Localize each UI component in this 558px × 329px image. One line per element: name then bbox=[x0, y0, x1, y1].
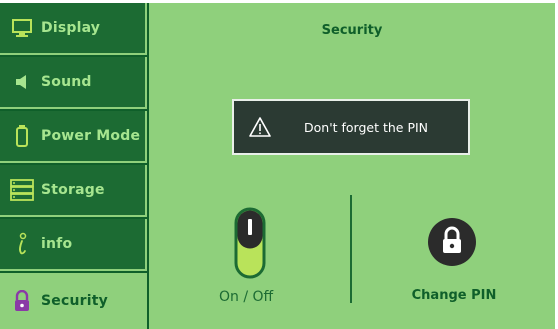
sidebar-item-label: Power Mode bbox=[41, 128, 141, 144]
warning-toast: Don't forget the PIN bbox=[232, 99, 470, 155]
change-pin-button[interactable] bbox=[428, 218, 476, 266]
sidebar-item-storage[interactable]: Storage bbox=[0, 165, 147, 217]
storage-icon bbox=[9, 177, 35, 203]
sidebar-item-label: Sound bbox=[41, 74, 92, 90]
sidebar-item-info[interactable]: info bbox=[0, 219, 147, 271]
sidebar-item-sound[interactable]: Sound bbox=[0, 57, 147, 109]
lock-icon bbox=[9, 288, 35, 314]
change-pin-label[interactable]: Change PIN bbox=[404, 288, 504, 303]
sidebar: Display Sound Power Mode Storage info Se… bbox=[0, 3, 149, 329]
warning-icon bbox=[248, 115, 272, 139]
toggle-label: On / Off bbox=[219, 289, 274, 305]
sidebar-item-label: Security bbox=[41, 293, 108, 309]
lock-icon bbox=[440, 226, 464, 258]
sidebar-item-display[interactable]: Display bbox=[0, 3, 147, 55]
speaker-icon bbox=[9, 69, 35, 95]
info-icon bbox=[9, 231, 35, 257]
sidebar-item-power-mode[interactable]: Power Mode bbox=[0, 111, 147, 163]
monitor-icon bbox=[9, 15, 35, 41]
on-off-toggle[interactable] bbox=[234, 207, 266, 279]
sidebar-item-label: Storage bbox=[41, 182, 105, 198]
sidebar-item-label: info bbox=[41, 236, 73, 252]
battery-icon bbox=[9, 123, 35, 149]
page-title: Security bbox=[321, 23, 383, 38]
sidebar-item-security[interactable]: Security bbox=[0, 273, 147, 329]
settings-screen: Display Sound Power Mode Storage info Se… bbox=[0, 0, 558, 329]
main-panel: Security Don't forget the PIN On / Off C… bbox=[149, 3, 555, 329]
divider bbox=[350, 195, 352, 303]
sidebar-item-label: Display bbox=[41, 20, 101, 36]
toast-message: Don't forget the PIN bbox=[304, 119, 429, 135]
